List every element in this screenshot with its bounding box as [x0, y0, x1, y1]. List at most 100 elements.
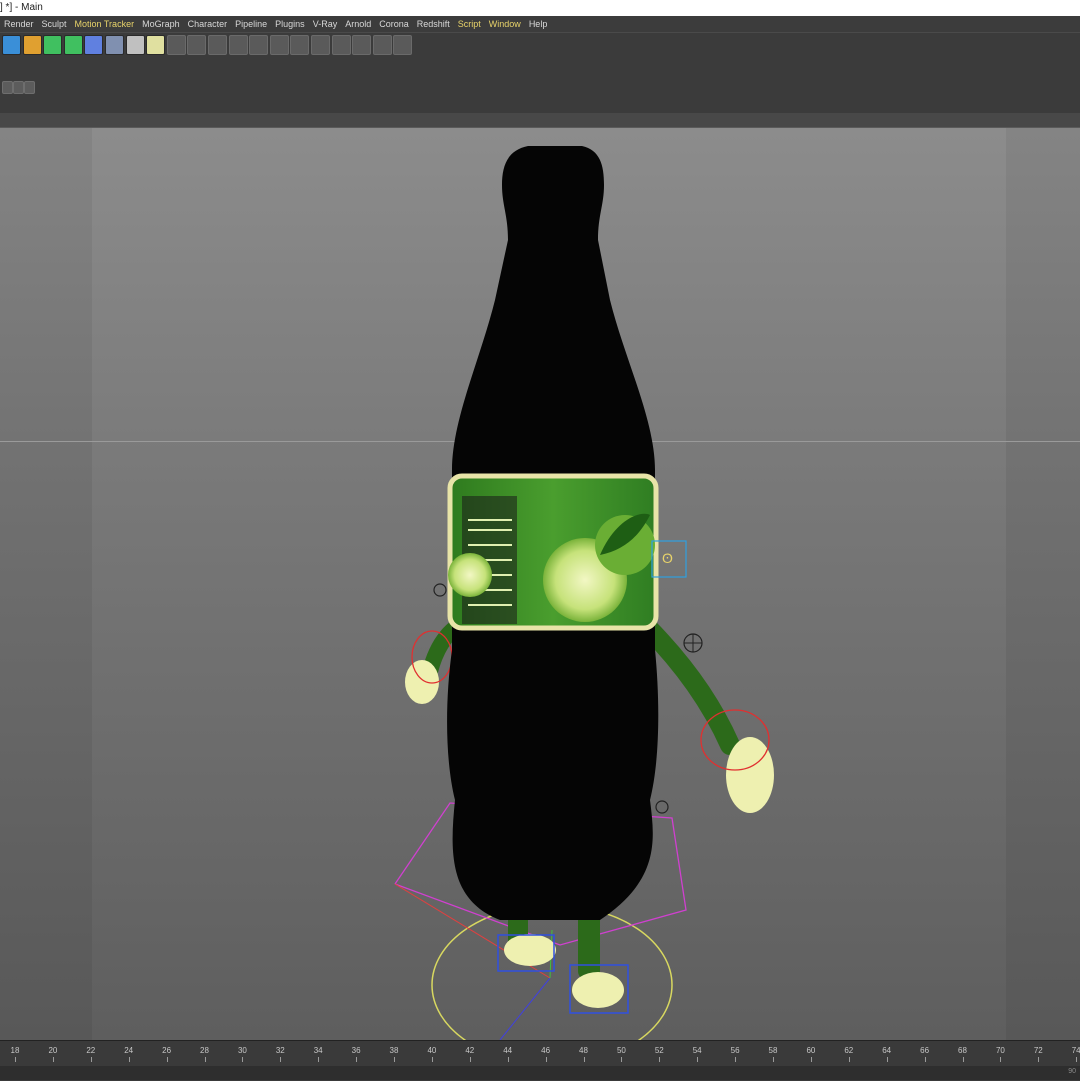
tool-icon[interactable]	[208, 35, 227, 55]
timeline-tick	[469, 1057, 471, 1062]
tool-icon[interactable]	[311, 35, 330, 55]
timeline-frame-label: 36	[351, 1046, 361, 1055]
timeline-tick	[431, 1057, 433, 1062]
menu-item-mograph[interactable]: MoGraph	[138, 16, 184, 32]
menu-item-motion-tracker[interactable]: Motion Tracker	[71, 16, 139, 32]
timeline-tick	[659, 1057, 661, 1062]
timeline-tick	[886, 1057, 888, 1062]
main-toolbar	[0, 33, 1080, 57]
timeline-frame-label: 50	[616, 1046, 626, 1055]
locator-icon	[655, 800, 669, 814]
timeline-frame-label: 26	[162, 1046, 172, 1055]
timeline-tick	[204, 1057, 206, 1062]
menu-item-pipeline[interactable]: Pipeline	[231, 16, 271, 32]
menu-item-render[interactable]: Render	[0, 16, 38, 32]
view-mode-icon[interactable]	[13, 81, 24, 94]
timeline-frame-label: 60	[806, 1046, 816, 1055]
menu-item-sculpt[interactable]: Sculpt	[38, 16, 71, 32]
menu-item-corona[interactable]: Corona	[375, 16, 413, 32]
menu-item-window[interactable]: Window	[485, 16, 525, 32]
subdivide-icon[interactable]	[43, 35, 63, 55]
timeline-tick	[1076, 1057, 1078, 1062]
timeline-tick	[1000, 1057, 1002, 1062]
tool-icon[interactable]	[393, 35, 413, 55]
menu-item-plugins[interactable]: Plugins	[271, 16, 309, 32]
timeline-tick	[52, 1057, 54, 1062]
light-icon[interactable]	[146, 35, 166, 55]
tool-icon[interactable]	[187, 35, 207, 55]
head-control-glyph: ʘ	[662, 550, 673, 566]
menu-bar: Render Sculpt Motion Tracker MoGraph Charact…	[0, 16, 1080, 32]
deformer-icon[interactable]	[84, 35, 104, 55]
tool-icon[interactable]	[352, 35, 372, 55]
timeline-tick	[318, 1057, 320, 1062]
ground-control-circle	[431, 904, 673, 1040]
menu-item-character[interactable]: Character	[184, 16, 232, 32]
menu-item-arnold[interactable]: Arnold	[341, 16, 375, 32]
timeline-tick	[583, 1057, 585, 1062]
floor-icon[interactable]	[105, 35, 124, 55]
secondary-toolbar	[0, 57, 1080, 114]
menu-item-v-ray[interactable]: V-Ray	[309, 16, 342, 32]
window-title-bar: ] *] - Main	[0, 0, 1080, 16]
timeline-frame-label: 40	[427, 1046, 437, 1055]
timeline-tick	[394, 1057, 395, 1062]
timeline-tick	[1038, 1057, 1040, 1062]
pen-icon[interactable]	[22, 35, 42, 55]
tool-icon[interactable]	[372, 35, 392, 55]
timeline-frame-label: 20	[48, 1046, 58, 1055]
left-foot	[504, 934, 556, 966]
timeline-tick	[166, 1057, 168, 1062]
timeline-frame-label: 58	[768, 1046, 778, 1055]
timeline-tick	[280, 1057, 282, 1062]
tool-icon[interactable]	[269, 35, 289, 55]
timeline-end-frame: 90	[1068, 1068, 1076, 1075]
timeline-frame-label: 44	[503, 1046, 513, 1055]
scene-render: ʘ	[394, 146, 774, 1040]
tool-icon[interactable]	[331, 35, 351, 55]
timeline-frame-label: 46	[541, 1046, 551, 1055]
timeline-tick	[810, 1057, 812, 1062]
tool-icon[interactable]	[166, 35, 186, 55]
lime-slice	[448, 553, 492, 597]
right-hand	[726, 737, 774, 813]
timeline-tick	[507, 1057, 509, 1062]
tool-icon[interactable]	[290, 35, 310, 55]
camera-icon[interactable]	[125, 35, 145, 55]
timeline-tick	[90, 1057, 92, 1062]
timeline-frame-label: 38	[389, 1046, 399, 1055]
timeline-frame-label: 62	[844, 1046, 854, 1055]
3d-viewport[interactable]: ʘ	[0, 128, 1080, 1040]
timeline-frame-label: 70	[995, 1046, 1005, 1055]
timeline-tick	[356, 1057, 358, 1062]
tool-icon[interactable]	[228, 35, 248, 55]
timeline-frame-label: 48	[579, 1046, 588, 1055]
timeline-scrollbar[interactable]	[0, 1066, 1080, 1080]
view-mode-icon[interactable]	[2, 81, 13, 94]
timeline-tick	[242, 1057, 244, 1062]
cube-icon[interactable]	[2, 35, 21, 55]
timeline-frame-label: 42	[465, 1046, 475, 1055]
timeline-frame-label: 68	[958, 1046, 967, 1055]
timeline-frame-label: 56	[730, 1046, 740, 1055]
timeline-frame-label: 24	[124, 1046, 134, 1055]
locator-icon	[433, 583, 447, 597]
timeline-frame-label: 30	[237, 1046, 247, 1055]
timeline-tick	[773, 1057, 774, 1062]
tool-icon[interactable]	[249, 35, 269, 55]
rig-axis-line	[499, 977, 551, 1040]
timeline-tick	[15, 1057, 16, 1062]
timeline-frame-label: 28	[200, 1046, 209, 1055]
array-icon[interactable]	[63, 35, 83, 55]
timeline-frame-label: 34	[313, 1046, 323, 1055]
timeline-tick	[545, 1057, 547, 1062]
timeline-tick	[697, 1057, 699, 1062]
view-mode-icon[interactable]	[24, 81, 35, 94]
menu-item-redshift[interactable]: Redshift	[413, 16, 454, 32]
menu-item-script[interactable]: Script	[454, 16, 485, 32]
timeline-tick	[735, 1057, 737, 1062]
menu-item-help[interactable]: Help	[525, 16, 552, 32]
timeline-frame-label: 74	[1071, 1046, 1080, 1055]
timeline-tick	[621, 1057, 623, 1062]
timeline-frame-label: 64	[882, 1046, 892, 1055]
